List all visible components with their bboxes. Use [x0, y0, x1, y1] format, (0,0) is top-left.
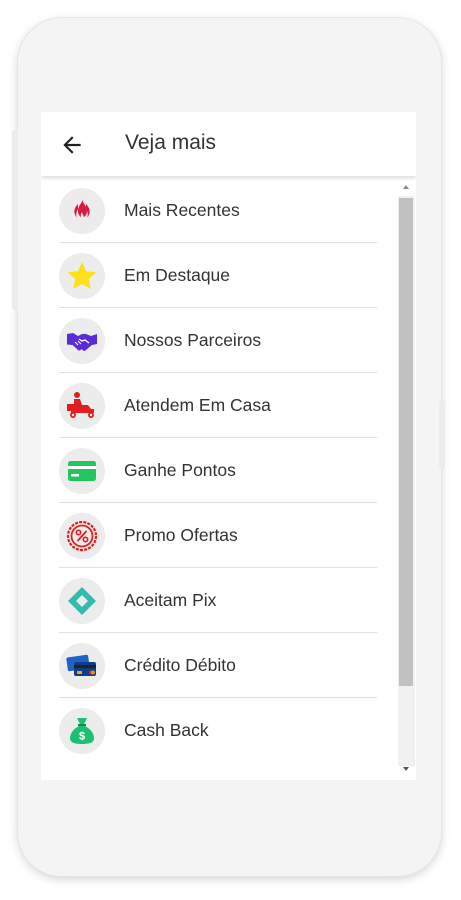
scroll-thumb[interactable] [399, 198, 413, 686]
list-item-em-destaque[interactable]: Em Destaque [41, 243, 397, 308]
app-screen: Veja mais Mais Recentes Em Destaque Noss… [41, 112, 416, 780]
list-item-label: Atendem Em Casa [124, 395, 271, 415]
back-button[interactable] [59, 132, 85, 158]
list-item-label: Mais Recentes [124, 200, 240, 220]
icon-badge [59, 188, 105, 234]
list-item-label: Aceitam Pix [124, 590, 217, 610]
star-icon [67, 262, 97, 289]
scroll-down-arrow-icon[interactable] [401, 764, 411, 774]
list-item-credito-debito[interactable]: Crédito Débito [41, 633, 397, 698]
list-item-aceitam-pix[interactable]: Aceitam Pix [41, 568, 397, 633]
phone-side-button [12, 130, 18, 310]
page-title: Veja mais [125, 131, 217, 154]
scrollbar[interactable] [397, 178, 416, 780]
icon-badge [59, 578, 105, 624]
list-item-label: Ganhe Pontos [124, 460, 236, 480]
app-bar: Veja mais [41, 112, 416, 176]
money-bag-icon: $ [70, 718, 94, 744]
list-item-mais-recentes[interactable]: Mais Recentes [41, 178, 397, 243]
percent-badge-icon [66, 520, 98, 552]
credit-cards-icon [66, 654, 96, 676]
list-item-label: Nossos Parceiros [124, 330, 262, 350]
list-item-promo-ofertas[interactable]: Promo Ofertas [41, 503, 397, 568]
icon-badge [59, 253, 105, 299]
scroll-up-arrow-icon[interactable] [401, 182, 411, 192]
pix-icon [68, 587, 96, 615]
list-item-label: Cash Back [124, 720, 209, 740]
list-item-label: Promo Ofertas [124, 525, 238, 545]
icon-badge [59, 513, 105, 559]
category-list: Mais Recentes Em Destaque Nossos Parceir… [41, 178, 397, 780]
list-item-label: Crédito Débito [124, 655, 236, 675]
list-item-cash-back[interactable]: $ Cash Back [41, 698, 397, 763]
arrow-left-icon [63, 136, 81, 154]
delivery-scooter-icon [67, 392, 94, 418]
icon-badge [59, 643, 105, 689]
icon-badge [59, 448, 105, 494]
icon-badge [59, 383, 105, 429]
svg-text:$: $ [79, 731, 85, 743]
list-item-label: Em Destaque [124, 265, 231, 285]
phone-side-button [439, 400, 445, 470]
list-item-nossos-parceiros[interactable]: Nossos Parceiros [41, 308, 397, 373]
icon-badge: $ [59, 708, 105, 754]
card-icon [68, 461, 96, 481]
icon-badge [59, 318, 105, 364]
flame-icon [74, 199, 90, 218]
list-item-ganhe-pontos[interactable]: Ganhe Pontos [41, 438, 397, 503]
handshake-icon [67, 333, 97, 351]
list-item-atendem-em-casa[interactable]: Atendem Em Casa [41, 373, 397, 438]
